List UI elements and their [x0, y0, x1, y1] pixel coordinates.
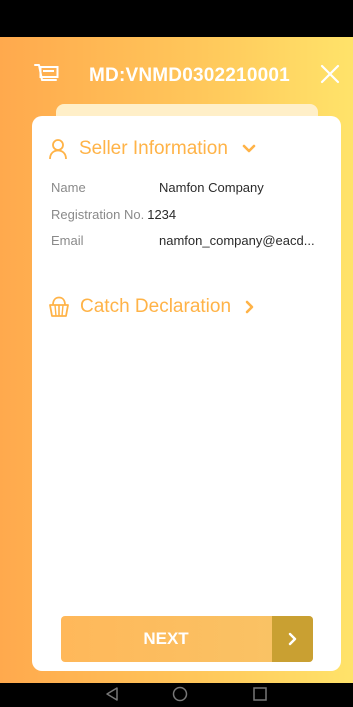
person-icon	[48, 138, 68, 160]
field-value: 1234	[147, 207, 177, 222]
chevron-down-icon[interactable]	[242, 144, 256, 154]
seller-information-title: Seller Information	[79, 138, 228, 159]
field-label: Registration No.	[51, 207, 145, 222]
chevron-right-icon[interactable]	[245, 300, 255, 314]
basket-icon	[48, 296, 70, 318]
catch-declaration-header[interactable]: Catch Declaration	[48, 296, 255, 318]
seller-information-header[interactable]: Seller Information	[48, 138, 256, 160]
catch-declaration-title: Catch Declaration	[80, 296, 232, 317]
page-title: MD:VNMD0302210001	[89, 65, 290, 86]
recents-icon[interactable]	[252, 686, 268, 707]
header: MD:VNMD0302210001	[0, 55, 353, 95]
chevron-right-icon	[288, 632, 296, 646]
close-icon[interactable]	[318, 62, 342, 86]
system-nav-bar	[0, 683, 353, 707]
field-label: Email	[51, 233, 84, 248]
next-arrow-button[interactable]	[272, 616, 313, 662]
seller-registration-row: Registration No. 1234	[51, 207, 176, 222]
field-value: Namfon Company	[159, 180, 264, 195]
content-card: Seller Information Name Namfon Company R…	[32, 116, 341, 671]
home-icon[interactable]	[172, 686, 188, 707]
status-bar	[0, 0, 353, 37]
next-button[interactable]: NEXT	[61, 616, 313, 662]
app-screen: MD:VNMD0302210001 Seller Information Nam…	[0, 0, 353, 707]
seller-email-row: Email namfon_company@eacd...	[51, 233, 329, 248]
field-label: Name	[51, 180, 86, 195]
cart-icon[interactable]	[34, 63, 60, 85]
next-button-label: NEXT	[143, 629, 189, 648]
field-value: namfon_company@eacd...	[159, 233, 315, 248]
back-icon[interactable]	[104, 686, 120, 707]
seller-name-row: Name Namfon Company	[51, 180, 329, 195]
